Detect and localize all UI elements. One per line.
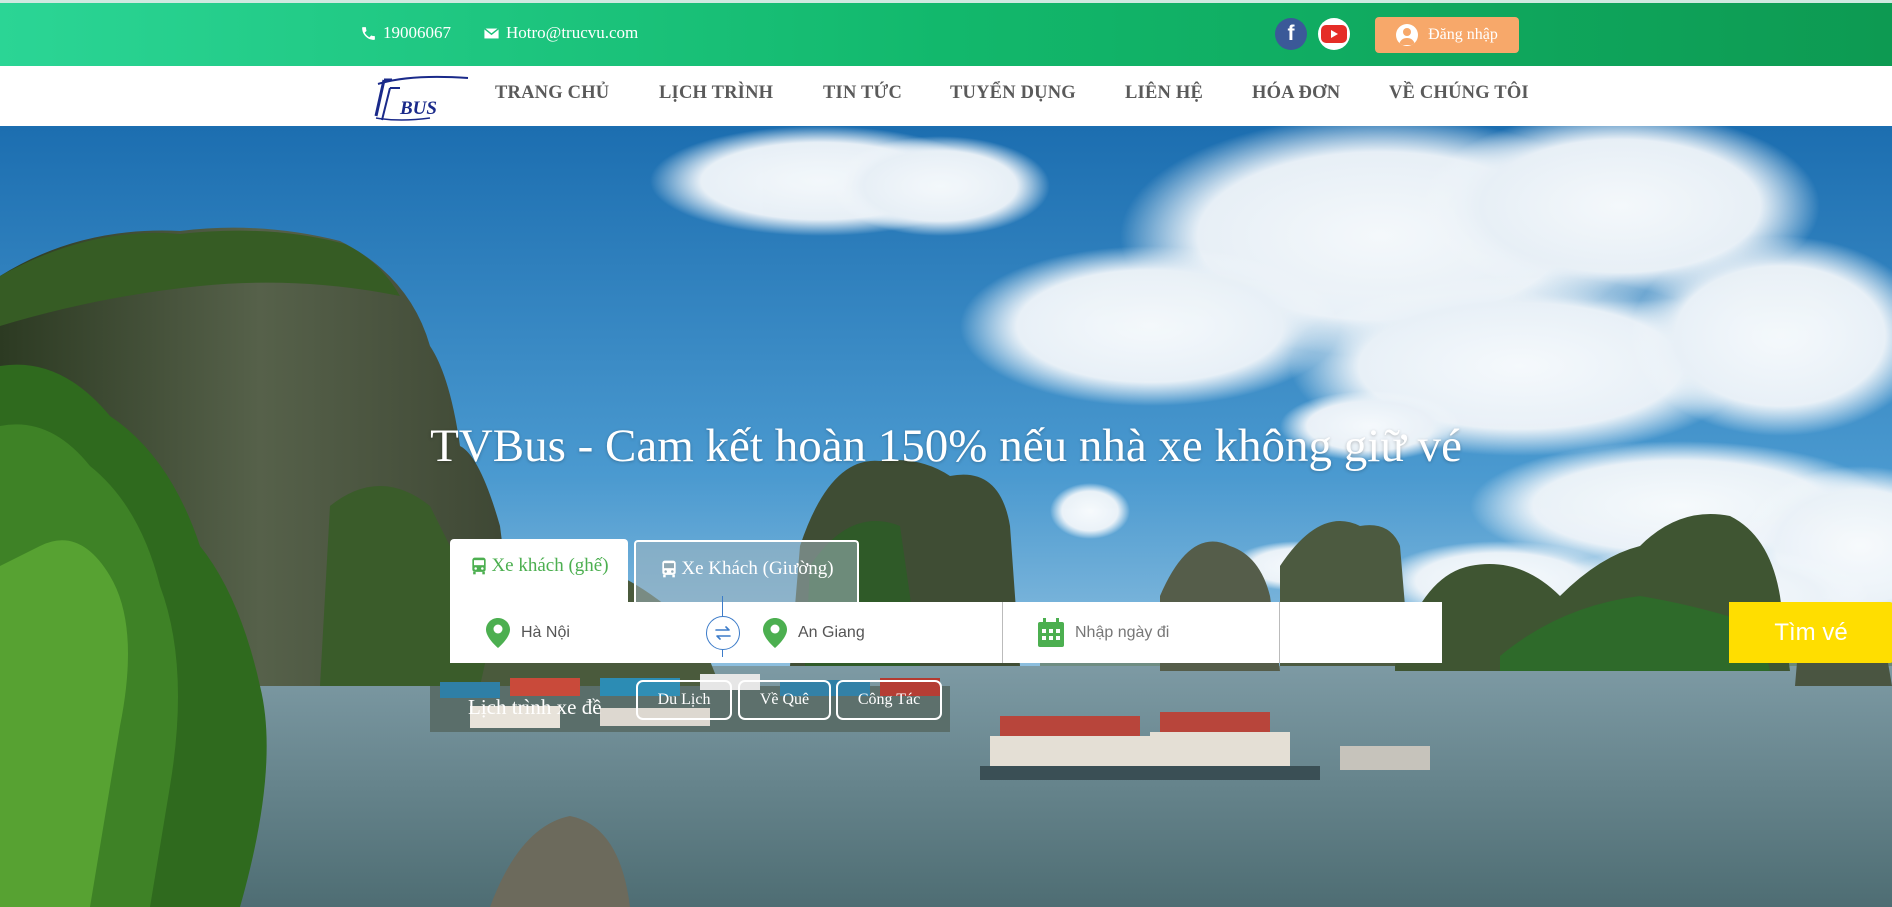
- top-bar: 19006067 Hotro@trucvu.com f Đăng nhập: [0, 0, 1892, 66]
- nav-news[interactable]: TIN TỨC: [823, 83, 902, 104]
- destination-input[interactable]: [798, 623, 968, 642]
- field-divider: [1279, 602, 1280, 663]
- bus-icon: [662, 560, 677, 578]
- nav-recruitment[interactable]: TUYỂN DỤNG: [950, 83, 1076, 104]
- ha-long-bay-background: [0, 126, 1892, 907]
- mail-icon: [483, 27, 500, 38]
- nav-contact[interactable]: LIÊN HỆ: [1125, 83, 1203, 104]
- destination-field[interactable]: [762, 602, 982, 663]
- tab-sleeper-bus-label: Xe Khách (Giường): [681, 558, 834, 579]
- ticket-search-form: Tìm vé: [450, 596, 1892, 663]
- login-label: Đăng nhập: [1428, 26, 1498, 43]
- nav-invoice[interactable]: HÓA ĐƠN: [1252, 83, 1340, 104]
- departure-field[interactable]: [485, 602, 705, 663]
- phone-number: 19006067: [383, 23, 451, 42]
- email-address: Hotro@trucvu.com: [506, 23, 639, 42]
- tvbus-logo[interactable]: BUS: [370, 70, 470, 124]
- tab-seat-bus-label: Xe khách (ghế): [491, 555, 609, 576]
- phone-contact[interactable]: 19006067: [360, 23, 451, 43]
- swap-icon: [715, 626, 731, 640]
- login-button[interactable]: Đăng nhập: [1375, 17, 1519, 53]
- calendar-icon: [1038, 617, 1064, 647]
- facebook-icon[interactable]: f: [1275, 18, 1307, 50]
- youtube-icon[interactable]: [1318, 18, 1350, 50]
- trip-suggestion-label: Lịch trình xe đề: [468, 695, 602, 719]
- departure-input[interactable]: [521, 623, 691, 642]
- tab-sleeper-bus[interactable]: Xe Khách (Giường): [634, 540, 859, 602]
- chip-business[interactable]: Công Tác: [836, 680, 942, 720]
- hero-banner: TVBus - Cam kết hoàn 150% nếu nhà xe khô…: [0, 126, 1892, 907]
- nav-about[interactable]: VỀ CHÚNG TÔI: [1389, 83, 1529, 104]
- search-ticket-button[interactable]: Tìm vé: [1729, 602, 1892, 663]
- swap-locations-button[interactable]: [706, 616, 740, 650]
- location-pin-icon: [763, 617, 787, 648]
- logo-text: BUS: [399, 98, 437, 119]
- hero-headline: TVBus - Cam kết hoàn 150% nếu nhà xe khô…: [430, 420, 1462, 472]
- field-divider: [1002, 602, 1003, 663]
- nav-schedule[interactable]: LỊCH TRÌNH: [659, 83, 773, 104]
- chip-travel[interactable]: Du Lịch: [636, 680, 732, 720]
- chip-hometown[interactable]: Về Quê: [738, 680, 831, 720]
- user-icon: [1396, 24, 1419, 46]
- email-contact[interactable]: Hotro@trucvu.com: [483, 23, 638, 43]
- date-input[interactable]: [1075, 623, 1245, 642]
- date-field[interactable]: [1037, 602, 1297, 663]
- tab-seat-bus[interactable]: Xe khách (ghế): [450, 539, 628, 603]
- bus-icon: [472, 557, 487, 575]
- nav-home[interactable]: TRANG CHỦ: [495, 83, 609, 104]
- location-pin-icon: [486, 617, 510, 648]
- phone-icon: [362, 26, 375, 40]
- main-navigation: BUS TRANG CHỦ LỊCH TRÌNH TIN TỨC TUYỂN D…: [0, 66, 1892, 126]
